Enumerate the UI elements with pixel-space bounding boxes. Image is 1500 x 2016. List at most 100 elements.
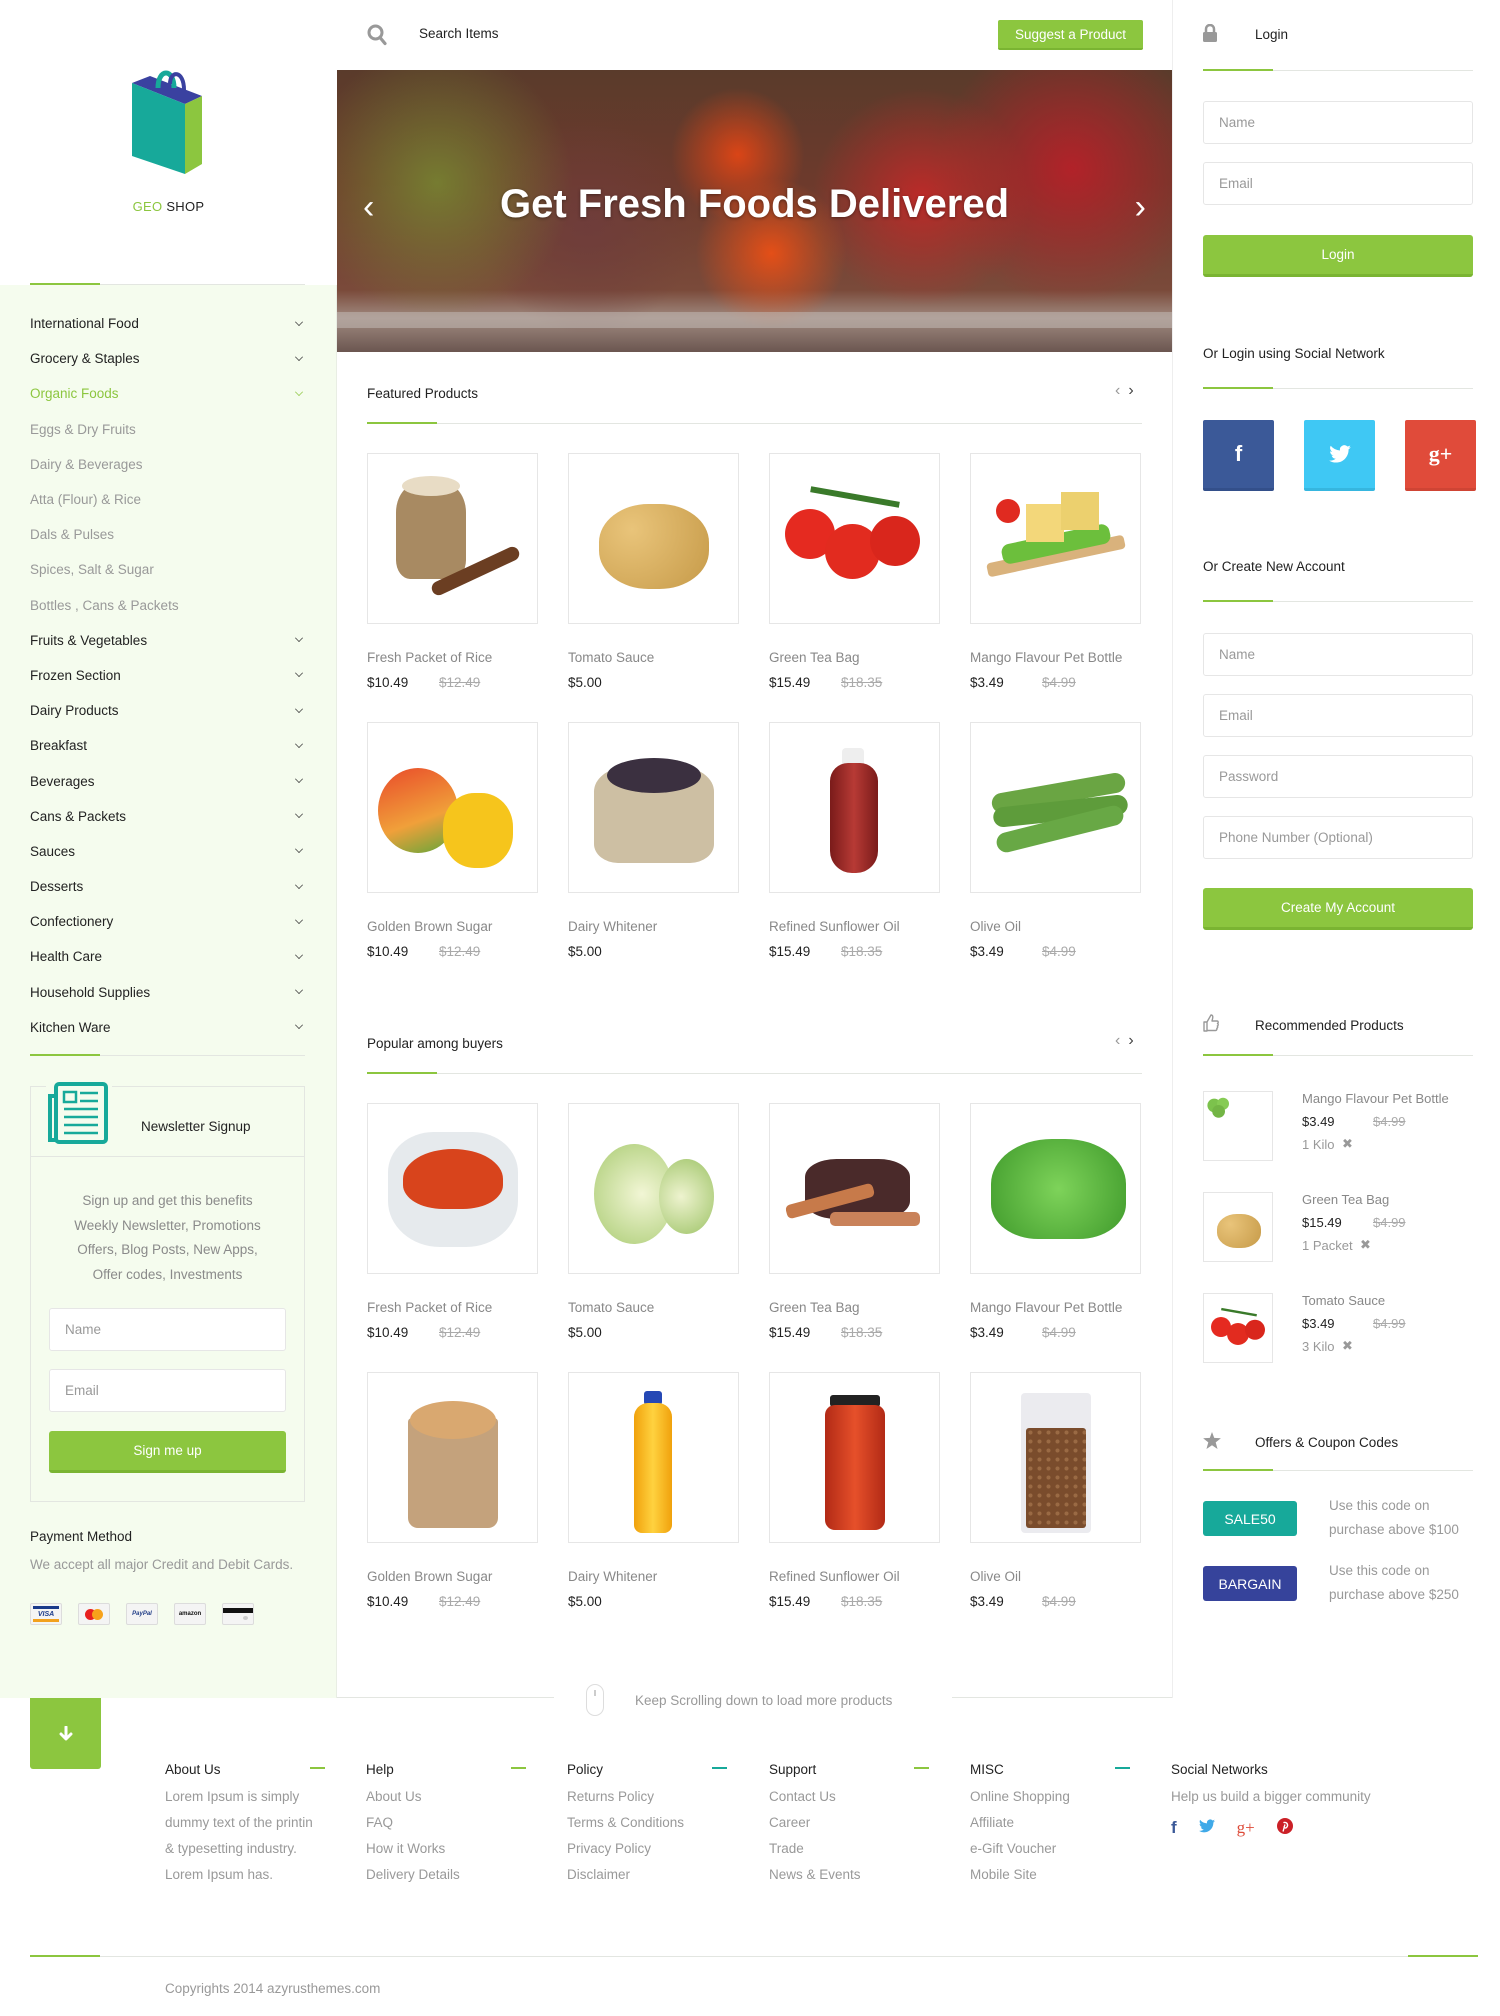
product-name[interactable]: Golden Brown Sugar [367,1569,492,1584]
register-phone-input[interactable]: Phone Number (Optional) [1203,816,1473,859]
category-item[interactable]: Cans & Packets [30,799,305,834]
suggest-product-button[interactable]: Suggest a Product [998,20,1143,50]
footer-link[interactable]: How it Works [366,1836,541,1862]
recommended-item-name[interactable]: Mango Flavour Pet Bottle [1302,1091,1449,1106]
category-item[interactable]: Bottles , Cans & Packets [30,588,305,623]
product-name[interactable]: Dairy Whitener [568,919,657,934]
register-email-input[interactable]: Email [1203,694,1473,737]
footer-link[interactable]: Terms & Conditions [567,1810,742,1836]
recommended-item-name[interactable]: Green Tea Bag [1302,1192,1389,1207]
shopping-bag-logo-icon[interactable] [130,68,204,174]
product-name[interactable]: Tomato Sauce [568,1300,654,1315]
category-item[interactable]: Household Supplies [30,975,305,1010]
remove-icon[interactable]: ✖ [1342,1338,1353,1354]
chevron-right-icon[interactable]: › [1128,382,1141,399]
product-name[interactable]: Green Tea Bag [769,650,860,665]
chevron-down-icon[interactable] [295,951,303,959]
chevron-down-icon[interactable] [295,704,303,713]
footer-link[interactable]: Delivery Details [366,1862,541,1888]
coupon-sale50[interactable]: SALE50 [1203,1501,1297,1536]
chevron-down-icon[interactable] [295,1021,303,1030]
sign-me-up-button[interactable]: Sign me up [49,1431,286,1473]
category-item[interactable]: Desserts [30,869,305,904]
footer-link[interactable]: Disclaimer [567,1862,742,1888]
category-item[interactable]: Dairy & Beverages [30,447,305,482]
product-image[interactable] [769,1372,940,1543]
category-item[interactable]: Dairy Products [30,693,305,728]
footer-link[interactable]: News & Events [769,1862,944,1888]
footer-link[interactable]: Online Shopping [970,1784,1145,1810]
login-name-input[interactable]: Name [1203,101,1473,144]
chevron-down-icon[interactable] [295,634,303,643]
footer-link[interactable]: Returns Policy [567,1784,742,1810]
product-image[interactable] [970,1372,1141,1543]
category-item[interactable]: Sauces [30,834,305,869]
facebook-icon[interactable]: f [1171,1818,1177,1839]
product-image[interactable] [568,453,739,624]
product-image[interactable] [970,1103,1141,1274]
footer-link[interactable]: Trade [769,1836,944,1862]
twitter-login-button[interactable] [1304,420,1375,491]
category-item[interactable]: Organic Foods [30,376,305,411]
product-image[interactable] [568,1372,739,1543]
chevron-down-icon[interactable] [295,775,303,783]
recommended-item-name[interactable]: Tomato Sauce [1302,1293,1385,1308]
category-item[interactable]: Breakfast [30,728,305,763]
remove-icon[interactable]: ✖ [1360,1237,1371,1253]
newsletter-email-input[interactable]: Email [49,1369,286,1412]
product-image[interactable] [769,1103,940,1274]
chevron-down-icon[interactable] [295,810,303,819]
footer-link[interactable]: Contact Us [769,1784,944,1810]
product-image[interactable] [568,1103,739,1274]
recommended-item-image[interactable] [1203,1192,1273,1262]
chevron-down-icon[interactable] [295,845,303,854]
footer-link[interactable]: Career [769,1810,944,1836]
register-password-input[interactable]: Password [1203,755,1473,798]
recommended-item-image[interactable] [1203,1091,1273,1161]
chevron-down-icon[interactable] [295,739,303,748]
chevron-down-icon[interactable] [295,986,303,995]
chevron-down-icon[interactable] [295,880,303,889]
footer-link[interactable]: Affiliate [970,1810,1145,1836]
chevron-left-icon[interactable]: ‹ [1115,382,1128,399]
product-name[interactable]: Fresh Packet of Rice [367,1300,492,1315]
create-account-button[interactable]: Create My Account [1203,888,1473,930]
product-name[interactable]: Olive Oil [970,919,1021,934]
category-item[interactable]: Atta (Flour) & Rice [30,482,305,517]
product-name[interactable]: Tomato Sauce [568,650,654,665]
category-item[interactable]: Frozen Section [30,658,305,693]
google-plus-login-button[interactable]: g+ [1405,420,1476,491]
remove-icon[interactable]: ✖ [1342,1136,1353,1152]
product-name[interactable]: Mango Flavour Pet Bottle [970,1300,1122,1315]
chevron-down-icon[interactable] [295,915,303,924]
product-image[interactable] [367,722,538,893]
product-name[interactable]: Refined Sunflower Oil [769,1569,900,1584]
coupon-bargain[interactable]: BARGAIN [1203,1566,1297,1601]
product-name[interactable]: Golden Brown Sugar [367,919,492,934]
search-icon[interactable] [367,24,387,46]
product-name[interactable]: Green Tea Bag [769,1300,860,1315]
product-image[interactable] [367,1103,538,1274]
footer-link[interactable]: Mobile Site [970,1862,1145,1888]
footer-link[interactable]: FAQ [366,1810,541,1836]
category-item[interactable]: Grocery & Staples [30,341,305,376]
category-item[interactable]: Eggs & Dry Fruits [30,412,305,447]
product-image[interactable] [970,722,1141,893]
category-item[interactable]: International Food [30,306,305,341]
product-image[interactable] [769,722,940,893]
product-name[interactable]: Refined Sunflower Oil [769,919,900,934]
footer-link[interactable]: e-Gift Voucher [970,1836,1145,1862]
login-button[interactable]: Login [1203,235,1473,277]
facebook-login-button[interactable]: f [1203,420,1274,491]
recommended-item-image[interactable] [1203,1293,1273,1363]
newsletter-name-input[interactable]: Name [49,1308,286,1351]
pinterest-icon[interactable] [1276,1818,1293,1839]
chevron-left-icon[interactable]: ‹ [1115,1032,1128,1049]
category-item[interactable]: Kitchen Ware [30,1010,305,1045]
product-image[interactable] [568,722,739,893]
scroll-down-button[interactable] [30,1698,101,1769]
product-name[interactable]: Mango Flavour Pet Bottle [970,650,1122,665]
category-item[interactable]: Health Care [30,939,305,974]
product-name[interactable]: Olive Oil [970,1569,1021,1584]
search-input[interactable]: Search Items [419,26,499,41]
